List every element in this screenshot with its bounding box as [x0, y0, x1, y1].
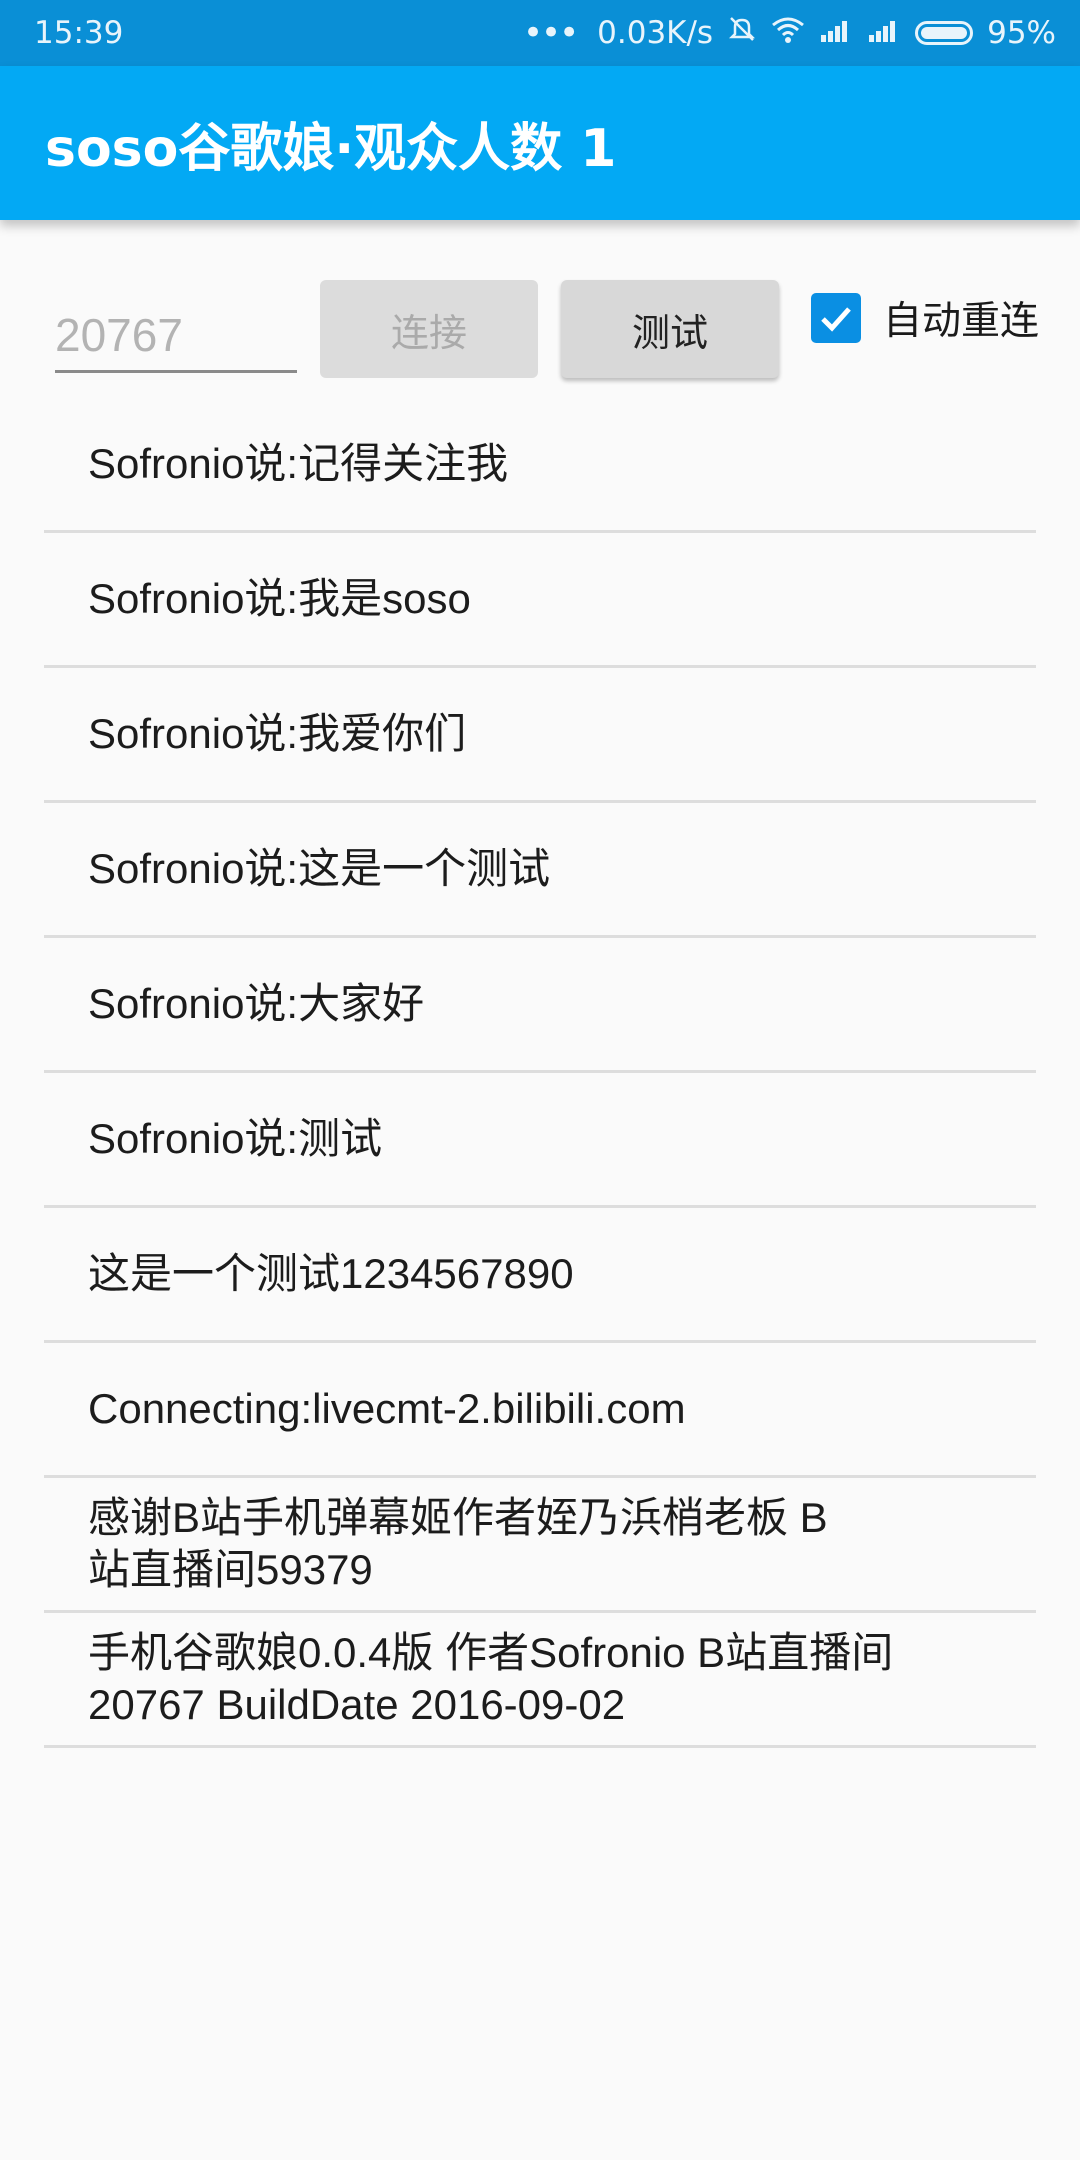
- list-item[interactable]: Sofronio说:我是soso: [44, 533, 1036, 668]
- list-item-text: 感谢B站手机弹幕姬作者姪乃浜梢老板 B 站直播间59379: [88, 1494, 828, 1593]
- list-item-text: 手机谷歌娘0.0.4版 作者Sofronio B站直播间 20767 Build…: [88, 1629, 894, 1728]
- list-item-text: Sofronio说:我爱你们: [88, 710, 467, 757]
- list-item[interactable]: Sofronio说:测试: [44, 1073, 1036, 1208]
- list-item-text: Sofronio说:这是一个测试: [88, 845, 551, 892]
- network-speed: 0.03K/s: [597, 15, 714, 51]
- list-item-text: Sofronio说:测试: [88, 1115, 383, 1162]
- list-item[interactable]: Sofronio说:大家好: [44, 938, 1036, 1073]
- auto-reconnect-label: 自动重连: [883, 299, 1040, 344]
- test-button[interactable]: 测试: [561, 280, 779, 378]
- list-item[interactable]: Sofronio说:我爱你们: [44, 668, 1036, 803]
- message-list[interactable]: Sofronio说:记得关注我 Sofronio说:我是soso Sofroni…: [44, 398, 1036, 1748]
- battery-icon: [915, 21, 974, 45]
- list-item[interactable]: 手机谷歌娘0.0.4版 作者Sofronio B站直播间 20767 Build…: [44, 1613, 1036, 1748]
- status-icons: ••• 0.03K/s 95%: [523, 13, 1056, 53]
- list-item-text: Sofronio说:我是soso: [88, 575, 471, 622]
- list-item-text: Sofronio说:记得关注我: [88, 440, 509, 487]
- list-item[interactable]: 感谢B站手机弹幕姬作者姪乃浜梢老板 B 站直播间59379: [44, 1478, 1036, 1613]
- list-item[interactable]: Connecting:livecmt-2.bilibili.com: [44, 1343, 1036, 1478]
- signal-icon: [819, 15, 853, 51]
- page-title: soso谷歌娘·观众人数 1: [45, 118, 617, 179]
- list-item-text: Connecting:livecmt-2.bilibili.com: [88, 1385, 686, 1432]
- mute-icon: [727, 14, 757, 52]
- check-icon: [821, 307, 851, 332]
- list-item-text: Sofronio说:大家好: [88, 980, 425, 1027]
- list-item-text: 这是一个测试1234567890: [88, 1250, 574, 1297]
- more-dots-icon: •••: [522, 13, 579, 53]
- wifi-icon: [771, 15, 805, 51]
- status-bar: 15:39 ••• 0.03K/s 95%: [0, 0, 1080, 66]
- signal-icon: [867, 15, 901, 51]
- auto-reconnect-checkbox[interactable]: [811, 293, 861, 343]
- app-bar: soso谷歌娘·观众人数 1: [0, 66, 1080, 220]
- list-item[interactable]: 这是一个测试1234567890: [44, 1208, 1036, 1343]
- auto-reconnect-toggle[interactable]: 自动重连: [811, 290, 1039, 346]
- list-item[interactable]: Sofronio说:记得关注我: [44, 398, 1036, 533]
- battery-percent: 95%: [987, 15, 1056, 51]
- room-id-input[interactable]: [55, 300, 297, 373]
- controls-row: 连接 测试 自动重连: [0, 260, 1080, 400]
- list-item[interactable]: Sofronio说:这是一个测试: [44, 803, 1036, 938]
- status-time: 15:39: [34, 15, 124, 51]
- connect-button[interactable]: 连接: [320, 280, 538, 378]
